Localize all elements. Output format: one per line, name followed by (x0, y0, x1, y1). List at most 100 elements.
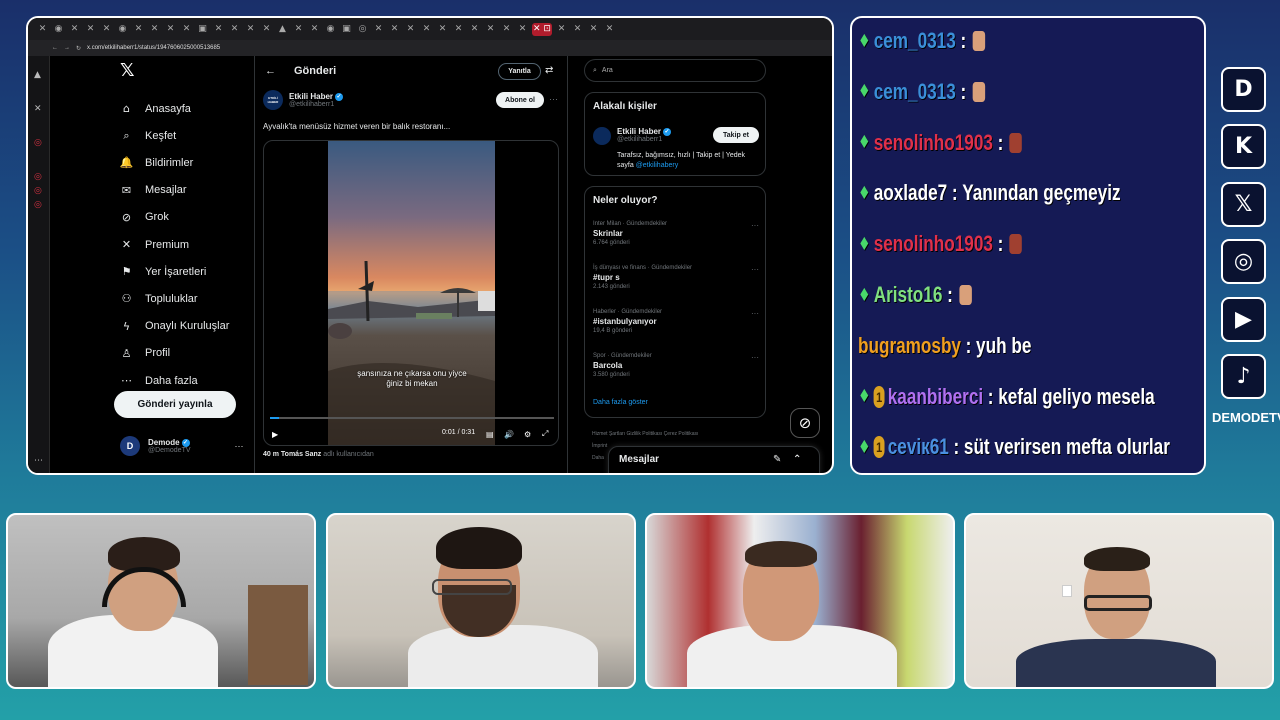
browser-tab[interactable]: ✕ (84, 23, 97, 36)
browser-tab[interactable]: ✕ (100, 23, 113, 36)
views-source-name[interactable]: Tomás Sanz (281, 451, 321, 458)
video-player[interactable]: şansınıza ne çıkarsa onu yiyce ğiniz bi … (263, 140, 559, 446)
chat-username[interactable]: senolinho1903 (874, 130, 993, 156)
settings-icon[interactable]: ⚙ (524, 430, 531, 439)
sidebar-item-0[interactable]: ⌂ Anasayfa (120, 102, 191, 115)
back-icon[interactable]: ← (52, 45, 58, 51)
chat-username[interactable]: ceviк61 (888, 434, 949, 460)
browser-tab[interactable]: ✕ (388, 23, 401, 36)
chat-username[interactable]: senolinho1903 (874, 231, 993, 257)
shortcut-icon[interactable]: ◎ (34, 172, 42, 182)
chat-username[interactable]: cem_0313 (874, 28, 956, 54)
follow-button[interactable]: Takip et (713, 127, 759, 143)
trend-item[interactable]: Haberler · Gündemdekiler #istanbulyanıyor… (593, 309, 759, 334)
related-person[interactable]: Etkili Haber ✓ @etkilihaberr1 (593, 127, 672, 145)
kick-icon[interactable]: K (1221, 124, 1266, 170)
chat-username[interactable]: kaanbiberci (888, 384, 983, 410)
active-browser-tab[interactable]: ✕ ⊡ (532, 22, 552, 36)
dlive-icon[interactable]: D (1221, 67, 1266, 112)
browser-tab[interactable]: ✕ (436, 23, 449, 36)
browser-tab[interactable]: ✕ (164, 23, 177, 36)
browser-tab[interactable]: ✕ (500, 23, 513, 36)
browser-tab[interactable]: ✕ (404, 23, 417, 36)
subscribe-button[interactable]: Abone ol (496, 92, 544, 108)
browser-tab[interactable]: ◎ (356, 23, 369, 36)
related-name[interactable]: Etkili Haber (617, 127, 661, 136)
browser-tab[interactable]: ✕ (603, 23, 616, 36)
url-text[interactable]: x.com/etkilihaberr1/status/1947606025000… (87, 45, 220, 51)
sidebar-item-7[interactable]: ⚇ Topluluklar (120, 292, 198, 305)
browser-tab[interactable]: ✕ (148, 23, 161, 36)
show-more-link[interactable]: Daha fazla göster (593, 399, 648, 406)
bio-link[interactable]: @etkilihabery (636, 162, 679, 169)
shortcut-icon[interactable]: ◎ (34, 186, 42, 196)
instagram-icon[interactable]: ◎ (1221, 239, 1266, 285)
sidebar-item-5[interactable]: ✕ Premium (120, 238, 189, 251)
browser-tab[interactable]: ✕ (516, 23, 529, 36)
sidebar-item-1[interactable]: ⌕ Keşfet (120, 129, 176, 142)
trend-item[interactable]: Spor · Gündemdekiler Barcola 3.580 gönderi… (593, 353, 759, 378)
x-shortcut-icon[interactable]: ✕ (34, 104, 42, 114)
x-logo-icon[interactable]: 𝕏 (120, 60, 135, 81)
author-avatar[interactable]: ETKİLİ HABER (263, 90, 283, 110)
trend-more-icon[interactable]: ··· (751, 353, 759, 362)
browser-tab[interactable]: ✕ (308, 23, 321, 36)
author-handle[interactable]: @etkilihaberr1 (289, 101, 343, 108)
account-more-icon[interactable]: ··· (235, 441, 244, 451)
menu-icon[interactable]: ⋯ (34, 456, 43, 466)
grok-icon[interactable]: ⊘ (790, 408, 820, 438)
post-button[interactable]: Gönderi yayınla (114, 391, 236, 418)
forward-icon[interactable]: → (64, 45, 70, 51)
browser-tab[interactable]: ✕ (180, 23, 193, 36)
filter-icon[interactable]: ⇄ (545, 65, 553, 76)
shortcut-icon[interactable]: ◎ (34, 138, 42, 148)
sidebar-item-10[interactable]: ⋯ Daha fazla (120, 374, 198, 387)
browser-tab[interactable]: ▣ (196, 23, 209, 36)
trend-item[interactable]: İş dünyası ve finans · Gündemdekiler #tup… (593, 265, 759, 290)
footer-link[interactable]: Hizmet Şartları Gizlilik Politikası Çere… (592, 428, 698, 440)
messages-drawer[interactable]: Mesajlar ✎ ⌃ (608, 446, 820, 473)
post-author[interactable]: ETKİLİ HABER Etkili Haber ✓ @etkilihaberr… (263, 90, 344, 110)
browser-tab[interactable]: ◉ (324, 23, 337, 36)
browser-tab[interactable]: ✕ (420, 23, 433, 36)
chat-username[interactable]: aoxlade7 (874, 180, 947, 206)
browser-tab[interactable]: ✕ (68, 23, 81, 36)
browser-tab[interactable]: ✕ (555, 23, 568, 36)
browser-tab[interactable]: ◉ (52, 23, 65, 36)
tiktok-icon[interactable]: ♪ (1221, 354, 1266, 399)
browser-tab[interactable]: ✕ (468, 23, 481, 36)
sidebar-item-8[interactable]: ϟ Onaylı Kuruluşlar (120, 320, 230, 333)
chat-username[interactable]: Aristo16 (874, 282, 943, 308)
account-switcher[interactable]: D Demode ✓ @DemodeTV ··· (120, 436, 244, 456)
x-icon[interactable]: 𝕏 (1221, 181, 1266, 227)
browser-tab[interactable]: ✕ (452, 23, 465, 36)
browser-tab[interactable]: ▲ (276, 23, 289, 36)
play-icon[interactable]: ▶ (272, 430, 278, 439)
fullscreen-icon[interactable]: ⤢ (542, 429, 548, 439)
avatar[interactable] (593, 127, 611, 145)
back-arrow-icon[interactable]: ← (265, 65, 276, 77)
video-frame[interactable] (328, 141, 495, 445)
browser-tab[interactable]: ✕ (571, 23, 584, 36)
post-more-icon[interactable]: ··· (549, 94, 558, 104)
chat-username[interactable]: cem_0313 (874, 79, 956, 105)
captions-icon[interactable]: ▤ (486, 430, 494, 439)
new-message-icon[interactable]: ✎ (773, 454, 781, 465)
trend-more-icon[interactable]: ··· (751, 265, 759, 274)
youtube-icon[interactable]: ▶ (1221, 296, 1266, 342)
video-progress[interactable] (270, 417, 554, 419)
reply-button[interactable]: Yanıtla (498, 63, 541, 80)
author-name[interactable]: Etkili Haber (289, 92, 333, 101)
sidebar-item-4[interactable]: ⊘ Grok (120, 211, 169, 224)
browser-tab[interactable]: ✕ (244, 23, 257, 36)
related-handle[interactable]: @etkilihaberr1 (617, 136, 671, 143)
browser-tab[interactable]: ◉ (116, 23, 129, 36)
trend-more-icon[interactable]: ··· (751, 309, 759, 318)
browser-tab[interactable]: ▣ (340, 23, 353, 36)
browser-tab[interactable]: ✕ (228, 23, 241, 36)
shortcut-icon[interactable]: ◎ (34, 200, 42, 210)
browser-tab[interactable]: ✕ (36, 23, 49, 36)
trend-more-icon[interactable]: ··· (751, 221, 759, 230)
browser-tab[interactable]: ✕ (132, 23, 145, 36)
browser-tab[interactable]: ✕ (484, 23, 497, 36)
